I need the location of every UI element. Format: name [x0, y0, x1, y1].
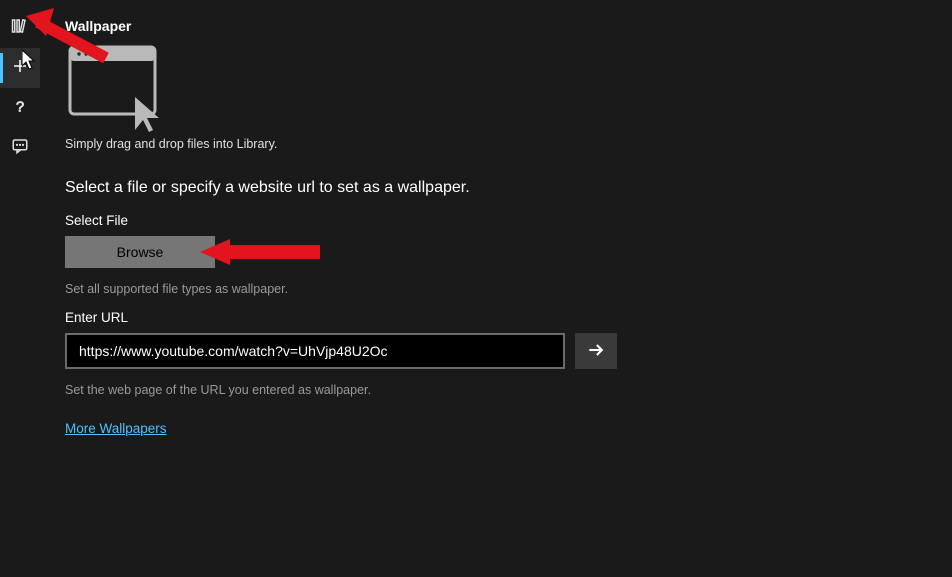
sidebar-item-add[interactable]: [0, 48, 40, 88]
annotation-arrow-browse: [200, 237, 320, 267]
select-file-label: Select File: [65, 213, 927, 228]
go-button[interactable]: [575, 333, 617, 369]
sidebar-item-library[interactable]: [0, 8, 40, 48]
sidebar-item-help[interactable]: ?: [0, 88, 40, 128]
drop-illustration: [65, 42, 165, 132]
library-icon: [11, 17, 29, 40]
url-row: [65, 333, 927, 369]
main-content: Wallpaper Simply drag and drop files int…: [40, 0, 952, 577]
question-icon: ?: [11, 97, 29, 120]
browse-button[interactable]: Browse: [65, 236, 215, 268]
chat-icon: [11, 137, 29, 160]
url-help-text: Set the web page of the URL you entered …: [65, 383, 927, 397]
url-input[interactable]: [65, 333, 565, 369]
enter-url-label: Enter URL: [65, 310, 927, 325]
sidebar-item-feedback[interactable]: [0, 128, 40, 168]
sidebar: ?: [0, 0, 40, 577]
plus-icon: [11, 57, 29, 80]
file-help-text: Set all supported file types as wallpape…: [65, 282, 927, 296]
page-title: Wallpaper: [65, 18, 927, 34]
drop-caption: Simply drag and drop files into Library.: [65, 137, 927, 151]
svg-text:?: ?: [16, 98, 24, 115]
more-wallpapers-link[interactable]: More Wallpapers: [65, 421, 167, 436]
instruction-text: Select a file or specify a website url t…: [65, 179, 927, 197]
arrow-right-icon: [586, 340, 606, 363]
